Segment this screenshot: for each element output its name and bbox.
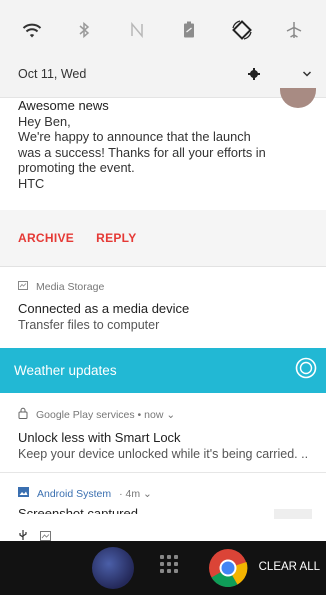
app-name: Media Storage xyxy=(36,281,105,293)
email-line: HTC xyxy=(18,175,45,191)
email-line: Hey Ben, xyxy=(18,113,71,129)
notification-title: Unlock less with Smart Lock xyxy=(18,430,181,445)
battery-saver-icon[interactable] xyxy=(169,10,209,50)
google-play-services-notification[interactable]: Google Play services • now ⌄ Unlock less… xyxy=(0,393,326,473)
chrome-icon[interactable] xyxy=(208,548,248,588)
screenshot-thumbnail xyxy=(274,509,312,519)
notification-subtitle: Keep your device unlocked while it's bei… xyxy=(18,447,308,461)
notification-title: Screenshot captured xyxy=(18,506,138,514)
weather-icon xyxy=(295,357,317,384)
weather-updates-notification[interactable]: Weather updates xyxy=(0,348,326,393)
clear-all-button[interactable]: CLEAR ALL xyxy=(259,561,320,573)
weather-title: Weather updates xyxy=(14,363,117,378)
date-label: Oct 11, Wed xyxy=(18,67,87,81)
auto-rotate-icon[interactable] xyxy=(222,10,262,50)
gear-icon[interactable] xyxy=(248,68,260,80)
screenshot-icon xyxy=(40,528,51,541)
app-name: Android System xyxy=(37,487,112,500)
app-drawer-icon[interactable] xyxy=(160,555,178,573)
airplane-mode-icon[interactable] xyxy=(274,10,314,50)
quick-settings-panel: Oct 11, Wed xyxy=(0,0,326,97)
bluetooth-icon[interactable] xyxy=(64,10,104,50)
archive-button[interactable]: ARCHIVE xyxy=(18,231,74,245)
android-system-notification[interactable]: Android System · 4m ⌄ Screenshot capture… xyxy=(0,473,326,541)
email-line: promoting the event. xyxy=(18,160,135,175)
notification-title: Awesome news xyxy=(18,98,109,113)
lock-icon xyxy=(18,407,28,422)
notification-title: Connected as a media device xyxy=(18,301,190,316)
usb-icon xyxy=(18,528,28,541)
notification-subtitle: Transfer files to computer xyxy=(18,318,160,332)
email-line: was a success! Thanks for all your effor… xyxy=(18,144,266,160)
email-line: We're happy to announce that the launch xyxy=(18,129,251,144)
chevron-down-icon[interactable] xyxy=(302,70,312,78)
notification-time: · 4m ⌄ xyxy=(119,487,152,500)
media-storage-icon xyxy=(18,281,28,293)
quick-settings-meta: Oct 11, Wed xyxy=(0,60,326,88)
quick-settings-tiles xyxy=(0,0,326,60)
wifi-icon[interactable] xyxy=(12,10,52,50)
app-icon[interactable] xyxy=(92,547,134,589)
bottom-dock: CLEAR ALL xyxy=(0,541,326,595)
email-notification[interactable]: Awesome news Hey Ben, We're happy to ann… xyxy=(0,88,326,210)
email-actions: ARCHIVE REPLY xyxy=(0,210,326,266)
app-name: Google Play services • now ⌄ xyxy=(36,408,176,421)
media-storage-notification[interactable]: Media Storage Connected as a media devic… xyxy=(0,266,326,348)
image-icon xyxy=(18,487,29,500)
reply-button[interactable]: REPLY xyxy=(96,231,136,245)
nfc-icon[interactable] xyxy=(117,10,157,50)
